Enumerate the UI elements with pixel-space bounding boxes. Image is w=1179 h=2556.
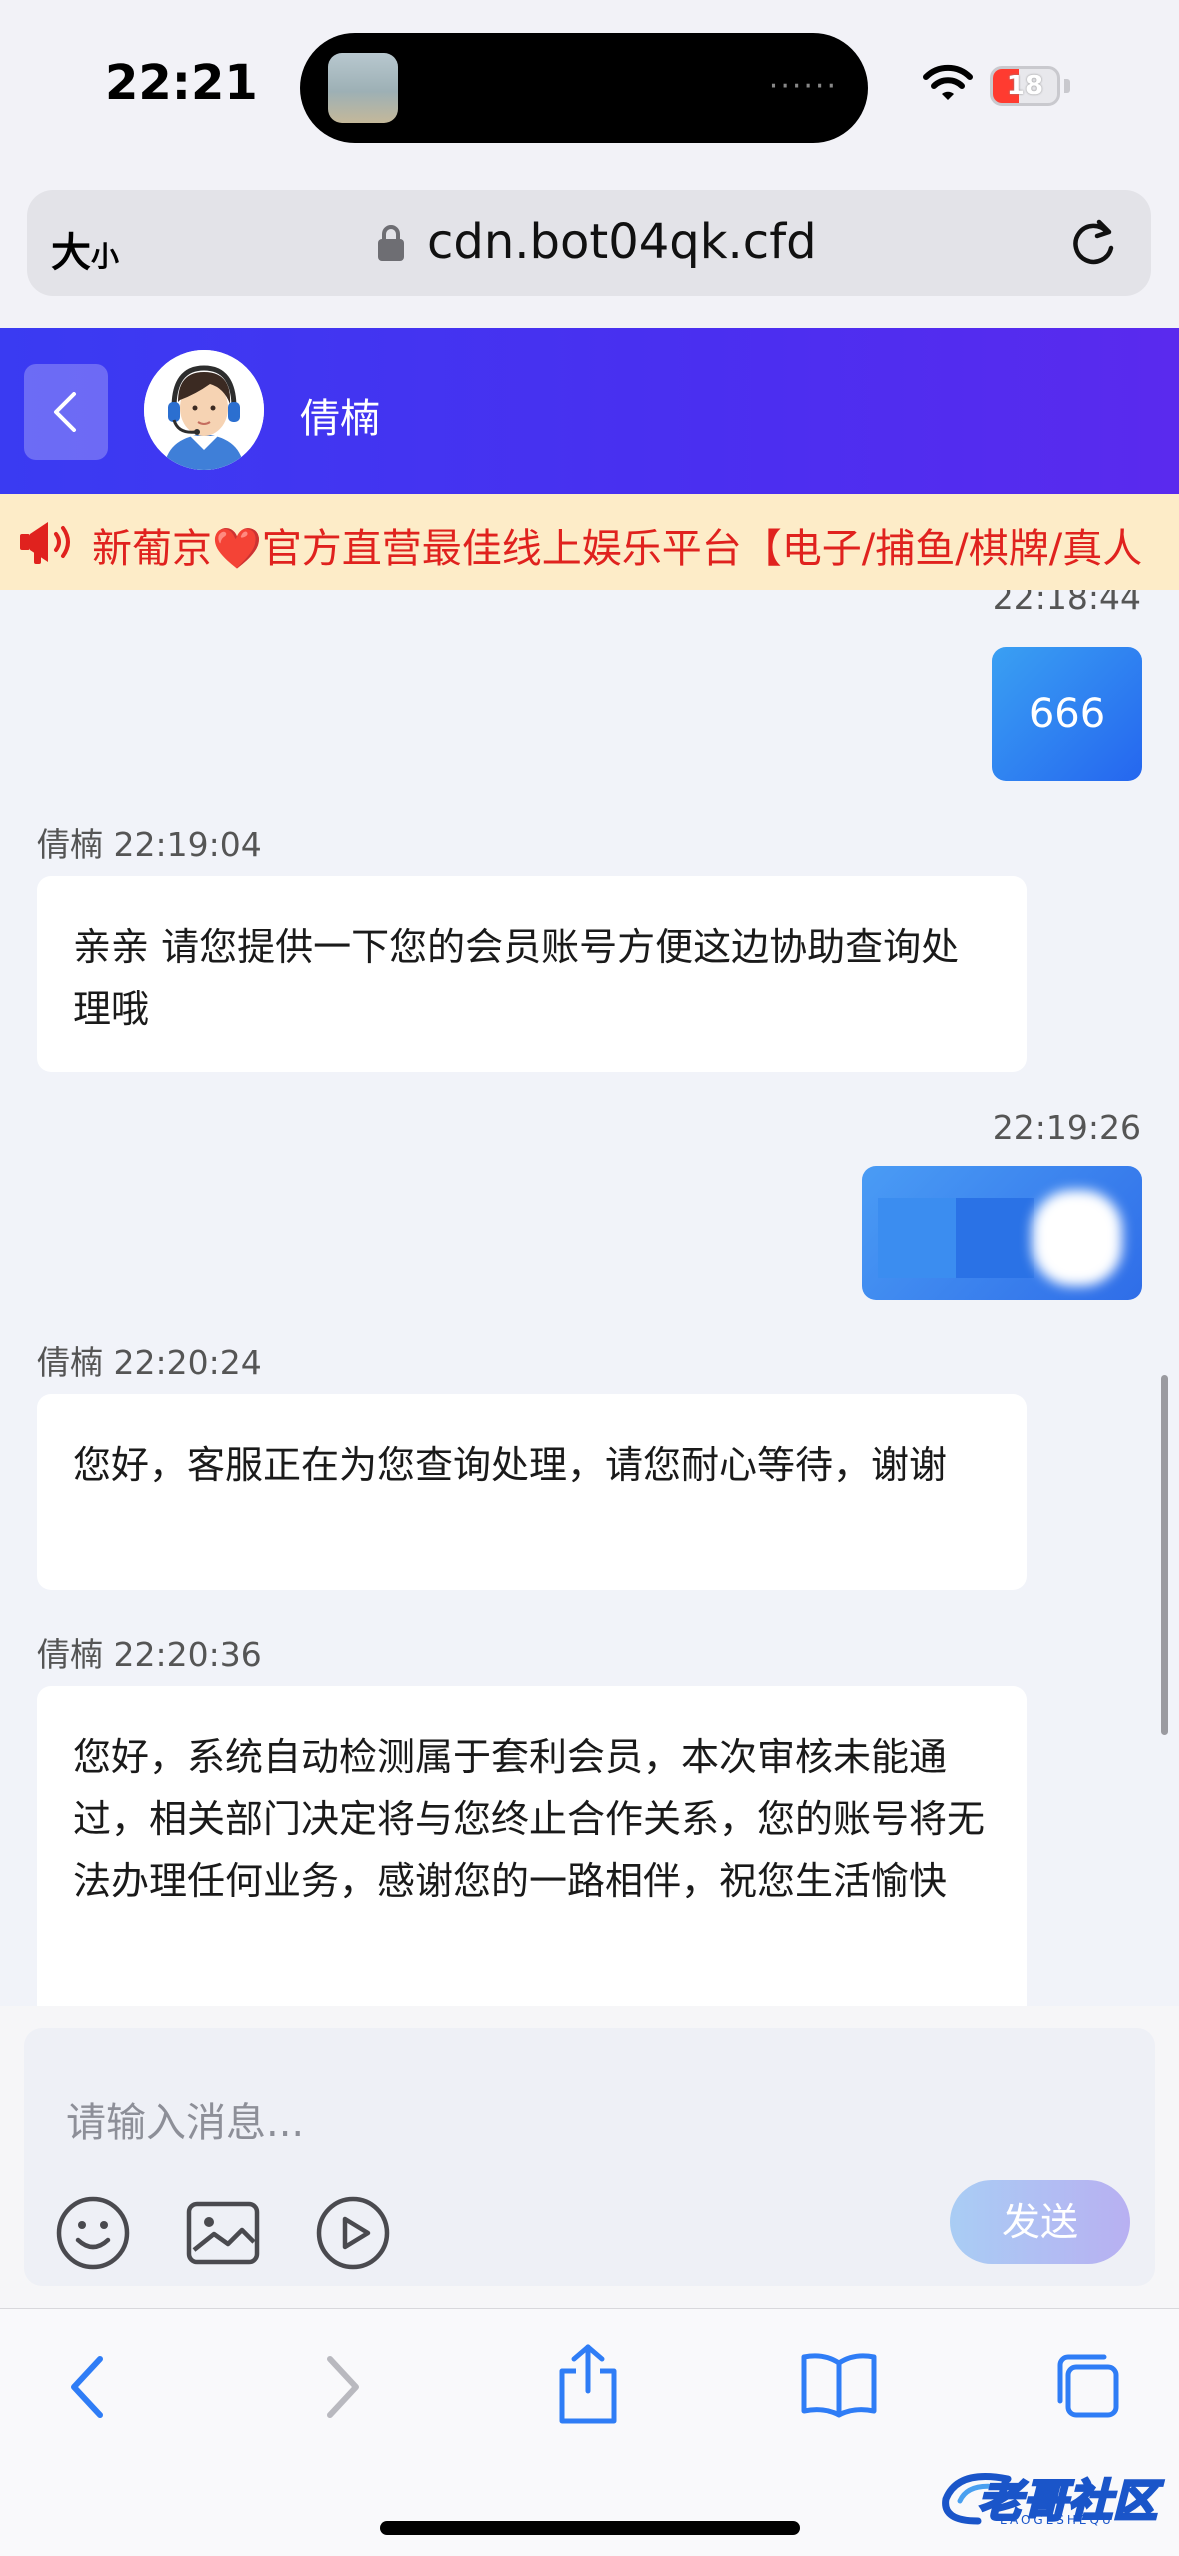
battery-nub: [1064, 79, 1070, 93]
reload-icon[interactable]: [1067, 218, 1119, 270]
tabs-icon[interactable]: [1052, 2351, 1122, 2421]
url-text[interactable]: cdn.bot04qk.cfd: [427, 214, 817, 270]
redaction-blur: [1032, 1190, 1122, 1286]
redaction-block: [878, 1198, 1034, 1278]
clock: 22:21: [105, 55, 258, 111]
agent-avatar[interactable]: [144, 350, 264, 470]
send-button[interactable]: 发送: [950, 2180, 1130, 2264]
home-indicator[interactable]: [380, 2521, 800, 2535]
emoji-icon[interactable]: [54, 2194, 132, 2272]
back-button[interactable]: [24, 364, 108, 460]
now-playing-thumbnail: [328, 53, 398, 123]
incoming-message[interactable]: 亲亲 请您提供一下您的会员账号方便这边协助查询处理哦: [37, 876, 1027, 1072]
watermark-subtext: LAOGESHEQU: [1000, 2513, 1114, 2527]
speaker-icon: [20, 522, 70, 564]
nav-back-icon[interactable]: [64, 2351, 112, 2423]
battery-percent: 18: [1006, 71, 1044, 101]
composer-area: 请输入消息... 发送: [0, 2006, 1179, 2308]
message-timestamp: 22:19:26: [992, 1108, 1141, 1147]
outgoing-message[interactable]: 666: [992, 647, 1142, 781]
marquee-text-b: 官方直营最佳线上娱乐平台【电子/捕鱼/棋牌/真人: [261, 526, 1143, 572]
agent-avatar-image: [144, 350, 264, 470]
incoming-message-header: 倩楠 22:20:36: [37, 1635, 262, 1674]
incoming-message-header: 倩楠 22:19:04: [37, 825, 262, 864]
wifi-icon: [923, 64, 973, 100]
incoming-message-header: 倩楠 22:20:24: [37, 1343, 262, 1382]
lock-icon: [378, 225, 404, 261]
message-list[interactable]: 22:18:44 666 倩楠 22:19:04 亲亲 请您提供一下您的会员账号…: [0, 590, 1179, 2006]
island-dots: ······: [768, 69, 838, 104]
agent-name: 倩楠: [300, 396, 380, 442]
outgoing-message-redacted[interactable]: [862, 1166, 1142, 1300]
play-icon[interactable]: [314, 2194, 392, 2272]
status-bar: 22:21 ······ 18: [0, 0, 1179, 170]
share-icon[interactable]: [552, 2343, 624, 2425]
chat-header: 倩楠: [0, 328, 1179, 494]
message-timestamp: 22:18:44: [992, 590, 1141, 617]
heart-emoji: ❤️: [212, 526, 262, 572]
text-size-button[interactable]: 大小: [51, 220, 119, 278]
browser-toolbar: 老哥社区 LAOGESHEQU: [0, 2308, 1179, 2556]
incoming-message[interactable]: 您好，系统自动检测属于套利会员，本次审核未能通过，相关部门决定将与您终止合作关系…: [37, 1686, 1027, 2006]
composer: 请输入消息... 发送: [24, 2028, 1155, 2286]
scrollbar[interactable]: [1161, 1375, 1168, 1735]
marquee-text-a: 新葡京: [92, 526, 212, 572]
marquee-text: 新葡京❤️官方直营最佳线上娱乐平台【电子/捕鱼/棋牌/真人: [92, 516, 1142, 574]
back-arrow-icon: [54, 392, 76, 432]
text-size-small: 小: [91, 240, 120, 273]
text-size-big: 大: [51, 230, 91, 276]
incoming-message[interactable]: 您好，客服正在为您查询处理，请您耐心等待，谢谢: [37, 1394, 1027, 1590]
battery-indicator: 18: [990, 66, 1060, 106]
dynamic-island[interactable]: ······: [300, 33, 868, 143]
bookmarks-icon[interactable]: [800, 2351, 878, 2419]
announcement-marquee[interactable]: 新葡京❤️官方直营最佳线上娱乐平台【电子/捕鱼/棋牌/真人: [0, 494, 1179, 590]
watermark-logo: 老哥社区 LAOGESHEQU: [938, 2461, 1168, 2531]
message-input[interactable]: 请输入消息...: [66, 2090, 304, 2148]
nav-forward-icon[interactable]: [318, 2351, 366, 2423]
outgoing-message-text: 666: [1028, 691, 1106, 737]
image-icon[interactable]: [184, 2194, 262, 2272]
address-bar[interactable]: 大小 cdn.bot04qk.cfd: [27, 190, 1151, 296]
